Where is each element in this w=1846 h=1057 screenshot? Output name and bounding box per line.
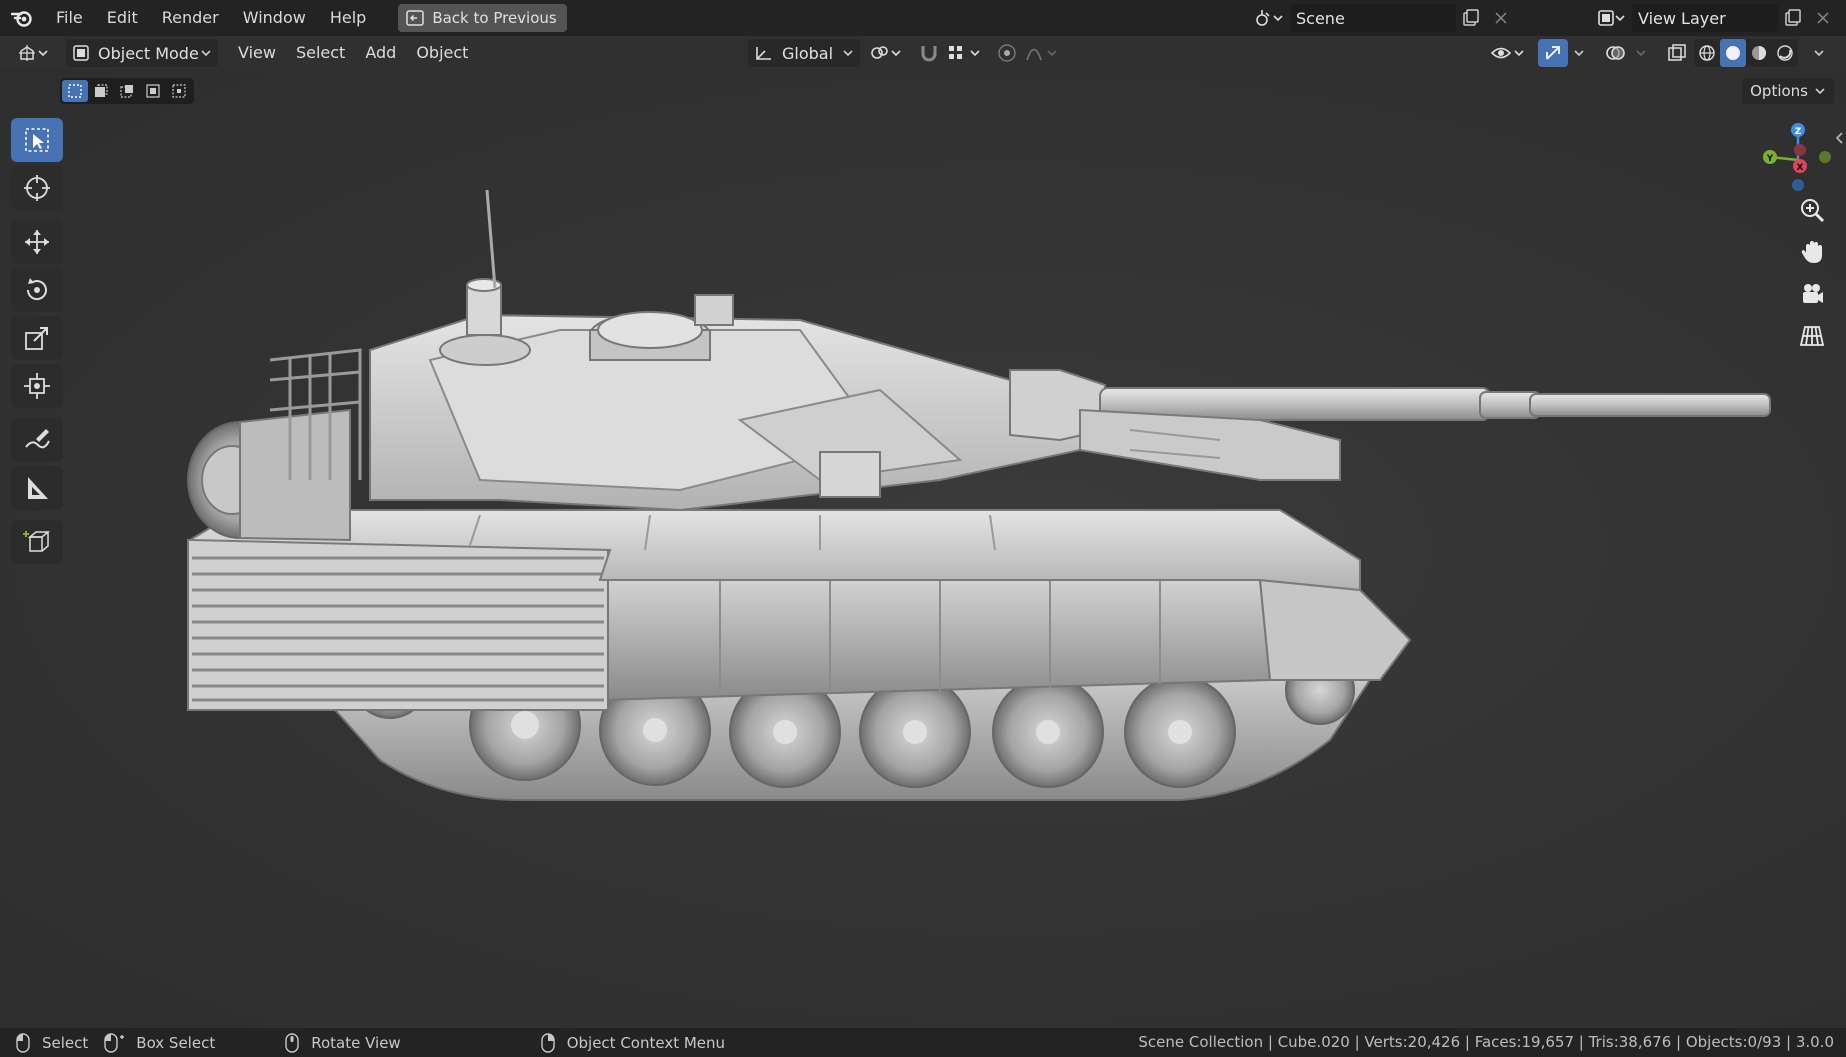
delete-view-layer-icon[interactable] [1808, 4, 1838, 32]
move-tool-icon[interactable] [11, 220, 63, 264]
menu-object[interactable]: Object [406, 36, 478, 70]
new-view-layer-icon[interactable] [1778, 4, 1808, 32]
gizmo-toggle-icon[interactable] [1538, 39, 1568, 67]
chevron-down-icon [843, 50, 853, 57]
editor-type-icon[interactable] [12, 39, 56, 67]
y-axis-label: Y [1766, 154, 1774, 164]
status-context-hint: Object Context Menu [541, 1032, 726, 1053]
neg-y-axis-icon[interactable] [1819, 151, 1831, 163]
status-rotate-label: Rotate View [311, 1033, 401, 1052]
blender-logo-icon[interactable] [0, 0, 44, 36]
top-bar: File Edit Render Window Help Back to Pre… [0, 0, 1846, 36]
back-to-previous-button[interactable]: Back to Previous [398, 4, 567, 32]
select-subtract-icon[interactable] [114, 80, 140, 102]
proportional-edit-icon[interactable] [992, 39, 1022, 67]
view-layer-browse-icon[interactable] [1592, 4, 1632, 32]
menu-window[interactable]: Window [231, 0, 318, 36]
wireframe-shading-icon[interactable] [1694, 39, 1720, 67]
shading-dropdown-icon[interactable] [1808, 39, 1830, 67]
select-box-tool-icon[interactable] [11, 118, 63, 162]
add-cube-tool-icon[interactable] [11, 520, 63, 564]
object-mode-icon [73, 45, 89, 61]
view-layer-name-field[interactable]: View Layer [1632, 4, 1778, 32]
menu-file[interactable]: File [44, 0, 95, 36]
visibility-eye-icon[interactable] [1488, 39, 1532, 67]
tool-shelf [11, 118, 67, 568]
gizmo-dropdown-icon[interactable] [1568, 39, 1590, 67]
chevron-down-icon [201, 50, 211, 57]
pan-hand-icon[interactable] [1792, 232, 1832, 272]
rotate-tool-icon[interactable] [11, 268, 63, 312]
options-label: Options [1750, 82, 1808, 100]
mode-label: Object Mode [98, 43, 199, 63]
back-to-previous-label: Back to Previous [432, 9, 557, 27]
selection-mode-buttons [60, 78, 194, 104]
neg-z-axis-icon[interactable] [1792, 179, 1804, 191]
select-intersect-icon[interactable] [166, 80, 192, 102]
orientation-label: Global [782, 43, 834, 63]
shading-modes [1694, 39, 1798, 67]
camera-view-icon[interactable] [1792, 274, 1832, 314]
snap-toggle-icon[interactable] [914, 39, 944, 67]
overlays-icon[interactable] [1600, 39, 1630, 67]
status-context-label: Object Context Menu [566, 1033, 726, 1052]
neg-x-axis-icon[interactable] [1794, 144, 1806, 156]
select-invert-icon[interactable] [140, 80, 166, 102]
transform-orientation-dropdown[interactable]: Global [748, 39, 860, 67]
cursor-tool-icon[interactable] [11, 166, 63, 210]
status-select-hint: Select [16, 1032, 89, 1053]
new-scene-icon[interactable] [1456, 4, 1486, 32]
viewport-header: Object Mode View Select Add Object Globa… [0, 36, 1846, 70]
status-box-select-label: Box Select [136, 1033, 216, 1052]
drag-mouse-icon [104, 1032, 125, 1053]
scene-statistics: Scene Collection | Cube.020 | Verts:20,4… [1138, 1033, 1834, 1051]
toggle-perspective-icon[interactable] [1792, 316, 1832, 356]
scale-tool-icon[interactable] [11, 316, 63, 360]
overlays-dropdown-icon[interactable] [1630, 39, 1652, 67]
scene-browse-icon[interactable] [1250, 4, 1290, 32]
falloff-icon[interactable] [1022, 39, 1066, 67]
menu-edit[interactable]: Edit [95, 0, 150, 36]
menu-help[interactable]: Help [318, 0, 378, 36]
pivot-point-icon[interactable] [866, 39, 906, 67]
menu-view[interactable]: View [228, 36, 286, 70]
left-mouse-icon [16, 1032, 30, 1053]
delete-scene-icon[interactable] [1486, 4, 1516, 32]
view-layer-name: View Layer [1638, 8, 1726, 28]
measure-tool-icon[interactable] [11, 466, 63, 510]
material-shading-icon[interactable] [1746, 39, 1772, 67]
back-screen-icon [406, 10, 425, 26]
status-bar: Select Box Select Rotate View Object Con… [0, 1028, 1846, 1057]
orientation-axis-icon [756, 47, 771, 60]
scene-name-field[interactable]: Scene [1290, 4, 1456, 32]
menu-select[interactable]: Select [286, 36, 355, 70]
navigation-gizmo[interactable]: Z Y X [1755, 120, 1841, 200]
options-dropdown[interactable]: Options [1742, 78, 1834, 104]
solid-shading-icon[interactable] [1720, 39, 1746, 67]
middle-mouse-icon [285, 1032, 299, 1053]
annotate-tool-icon[interactable] [11, 418, 63, 462]
zoom-view-icon[interactable] [1792, 190, 1832, 230]
select-new-icon[interactable] [62, 80, 88, 102]
menu-render[interactable]: Render [150, 0, 231, 36]
tank-model[interactable] [180, 180, 1780, 820]
status-box-select-hint: Box Select [104, 1032, 216, 1053]
select-extend-icon[interactable] [88, 80, 114, 102]
rendered-shading-icon[interactable] [1772, 39, 1798, 67]
view-layer-selector: View Layer [1592, 3, 1838, 33]
transform-tool-icon[interactable] [11, 364, 63, 408]
z-axis-label: Z [1795, 127, 1802, 137]
xray-toggle-icon[interactable] [1662, 39, 1692, 67]
collapse-sidebar-icon[interactable] [1834, 130, 1844, 146]
snap-target-icon[interactable] [944, 39, 988, 67]
menu-add[interactable]: Add [355, 36, 406, 70]
mode-dropdown[interactable]: Object Mode [66, 39, 218, 67]
scene-name: Scene [1296, 8, 1345, 28]
status-rotate-hint: Rotate View [285, 1032, 401, 1053]
x-axis-label: X [1797, 163, 1804, 173]
chevron-down-icon [1815, 88, 1825, 95]
status-select-label: Select [42, 1033, 89, 1052]
right-mouse-icon [541, 1032, 555, 1053]
scene-selector: Scene [1250, 3, 1516, 33]
